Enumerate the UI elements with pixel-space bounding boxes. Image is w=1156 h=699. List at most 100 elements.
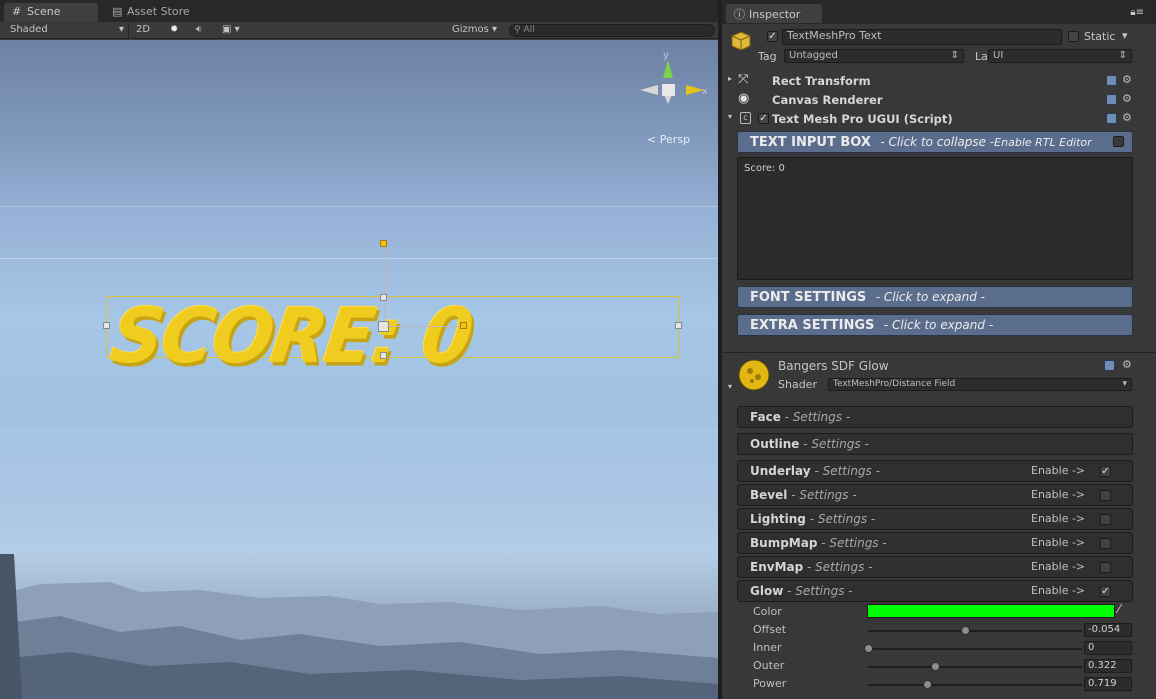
glow-color-label: Color <box>753 605 782 618</box>
envmap-enable-checkbox[interactable] <box>1100 562 1111 573</box>
bevel-enable-checkbox[interactable] <box>1100 490 1111 501</box>
bumpmap-enable-checkbox[interactable] <box>1100 538 1111 549</box>
material-section-face[interactable]: Face - Settings - <box>737 406 1133 428</box>
foldout-arrow-icon[interactable]: ▾ <box>728 112 732 121</box>
material-section-lighting[interactable]: Lighting - Settings - Enable -> <box>737 508 1133 530</box>
gear-icon[interactable]: ⚙ <box>1122 111 1132 124</box>
gear-icon[interactable]: ⚙ <box>1122 358 1132 371</box>
object-name-field[interactable]: TextMeshPro Text <box>782 29 1062 45</box>
toggle-2d-button[interactable]: 2D <box>132 23 158 38</box>
gear-icon[interactable]: ⚙ <box>1122 73 1132 86</box>
tag-dropdown[interactable]: Untagged ⇕ <box>784 49 964 63</box>
search-icon: ⚲ <box>514 25 521 35</box>
text-input-box-header[interactable]: TEXT INPUT BOX - Click to collapse -Enab… <box>737 131 1133 153</box>
slider-thumb[interactable] <box>922 680 932 689</box>
help-book-icon[interactable] <box>1106 94 1117 105</box>
glow-color-swatch[interactable] <box>867 604 1115 618</box>
component-enabled-checkbox[interactable]: ✓ <box>758 113 769 124</box>
perspective-label[interactable]: < Persp <box>647 133 690 146</box>
glow-outer-value[interactable]: 0.322 <box>1084 659 1132 673</box>
grid-icon: # <box>12 5 22 18</box>
section-suffix: - Settings - <box>791 488 857 502</box>
layer-dropdown[interactable]: UI ⇕ <box>988 49 1132 63</box>
shading-label: Shaded <box>10 24 48 35</box>
lighting-enable-checkbox[interactable] <box>1100 514 1111 525</box>
slider-thumb[interactable] <box>864 644 873 653</box>
cloud-line <box>0 430 718 431</box>
move-gizmo-y-axis[interactable] <box>384 248 385 328</box>
font-settings-header[interactable]: FONT SETTINGS - Click to expand - <box>737 286 1133 308</box>
anchor-handle-bottom[interactable] <box>380 352 387 359</box>
rtl-editor-checkbox[interactable] <box>1113 136 1124 147</box>
tab-asset-store-label: Asset Store <box>127 5 190 18</box>
glow-power-value[interactable]: 0.719 <box>1084 677 1132 691</box>
help-book-icon[interactable] <box>1104 360 1115 371</box>
orientation-gizmo[interactable]: y x <box>634 48 710 122</box>
resize-handle-left[interactable] <box>103 322 110 329</box>
resize-handle-right[interactable] <box>675 322 682 329</box>
underlay-enable-checkbox[interactable]: ✓ <box>1100 466 1111 477</box>
y-axis-handle[interactable] <box>380 240 387 247</box>
component-canvas-renderer[interactable]: ◉ Canvas Renderer ⚙ <box>722 91 1156 109</box>
info-icon: ⓘ <box>734 8 745 21</box>
anchor-handle-top[interactable] <box>380 294 387 301</box>
eyedropper-icon[interactable]: ⁄ <box>1118 602 1120 616</box>
glow-outer-slider[interactable] <box>868 666 1082 668</box>
score-text[interactable]: SCORE: 0 <box>106 292 477 380</box>
gear-icon[interactable]: ⚙ <box>1122 92 1132 105</box>
foldout-arrow-icon[interactable]: ▸ <box>728 74 732 83</box>
enable-label: Enable -> <box>1031 512 1086 525</box>
store-icon: ▤ <box>112 5 123 18</box>
component-textmeshpro[interactable]: ▾ c ✓ Text Mesh Pro UGUI (Script) ⚙ <box>722 110 1156 128</box>
glow-inner-value[interactable]: 0 <box>1084 641 1132 655</box>
shader-dropdown[interactable]: TextMeshPro/Distance Field ▾ <box>828 378 1132 391</box>
static-dropdown-arrow-icon[interactable]: ▾ <box>1122 29 1128 42</box>
scene-search-input[interactable]: ⚲ All <box>509 24 715 37</box>
material-section-bumpmap[interactable]: BumpMap - Settings - Enable -> <box>737 532 1133 554</box>
slider-thumb[interactable] <box>931 662 941 671</box>
material-name: Bangers SDF Glow <box>778 359 889 373</box>
x-axis-handle[interactable] <box>460 322 467 329</box>
slider-thumb[interactable] <box>960 626 970 635</box>
glow-power-slider[interactable] <box>868 684 1082 686</box>
material-section-underlay[interactable]: Underlay - Settings - Enable -> ✓ <box>737 460 1133 482</box>
material-section-glow[interactable]: Glow - Settings - Enable -> ✓ <box>737 580 1133 602</box>
divider <box>722 352 1156 353</box>
move-gizmo-x-axis[interactable] <box>384 326 464 327</box>
lock-icon[interactable]: 🔒︎≡ <box>1130 7 1144 18</box>
enable-label: Enable -> <box>1031 488 1086 501</box>
section-name: Underlay <box>750 464 811 478</box>
glow-offset-slider[interactable] <box>868 630 1082 632</box>
component-rect-transform[interactable]: ▸ ⤧ Rect Transform ⚙ <box>722 72 1156 90</box>
tab-inspector[interactable]: ⓘ Inspector <box>726 4 822 23</box>
canyon-cliffs <box>0 554 718 699</box>
glow-inner-slider[interactable] <box>868 648 1082 650</box>
material-section-bevel[interactable]: Bevel - Settings - Enable -> <box>737 484 1133 506</box>
object-active-checkbox[interactable]: ✓ <box>767 31 778 42</box>
extra-settings-header[interactable]: EXTRA SETTINGS - Click to expand - <box>737 314 1133 336</box>
glow-offset-value[interactable]: -0.054 <box>1084 623 1132 637</box>
tab-asset-store[interactable]: ▤ Asset Store <box>104 3 214 22</box>
text-input-area[interactable]: Score: 0 <box>737 157 1133 280</box>
rect-transform-icon: ⤧ <box>738 72 749 87</box>
shading-dropdown[interactable]: Shaded ▾ <box>6 23 126 38</box>
glow-enable-checkbox[interactable]: ✓ <box>1100 586 1111 597</box>
static-checkbox[interactable] <box>1068 31 1079 42</box>
section-name: EnvMap <box>750 560 804 574</box>
material-section-envmap[interactable]: EnvMap - Settings - Enable -> <box>737 556 1133 578</box>
gizmos-dropdown[interactable]: Gizmos ▾ <box>448 23 504 38</box>
section-name: Glow <box>750 584 784 598</box>
pivot-handle[interactable] <box>378 321 389 332</box>
help-book-icon[interactable] <box>1106 75 1117 86</box>
scene-viewport[interactable]: y x < Persp SCORE: 0 <box>0 40 718 699</box>
effects-toggle-icon[interactable]: ▣ ▾ <box>218 23 252 38</box>
dropdown-arrow-icon: ⇕ <box>1118 50 1127 61</box>
dropdown-arrow-icon: ⇕ <box>950 50 959 61</box>
tab-scene[interactable]: # Scene <box>4 3 98 22</box>
foldout-arrow-icon[interactable]: ▾ <box>728 382 732 391</box>
audio-toggle-icon[interactable]: 🔉︎ <box>192 23 212 38</box>
help-book-icon[interactable] <box>1106 113 1117 124</box>
tab-scene-label: Scene <box>27 5 61 18</box>
material-section-outline[interactable]: Outline - Settings - <box>737 433 1133 455</box>
lighting-toggle-icon[interactable]: ✹ <box>166 23 186 38</box>
